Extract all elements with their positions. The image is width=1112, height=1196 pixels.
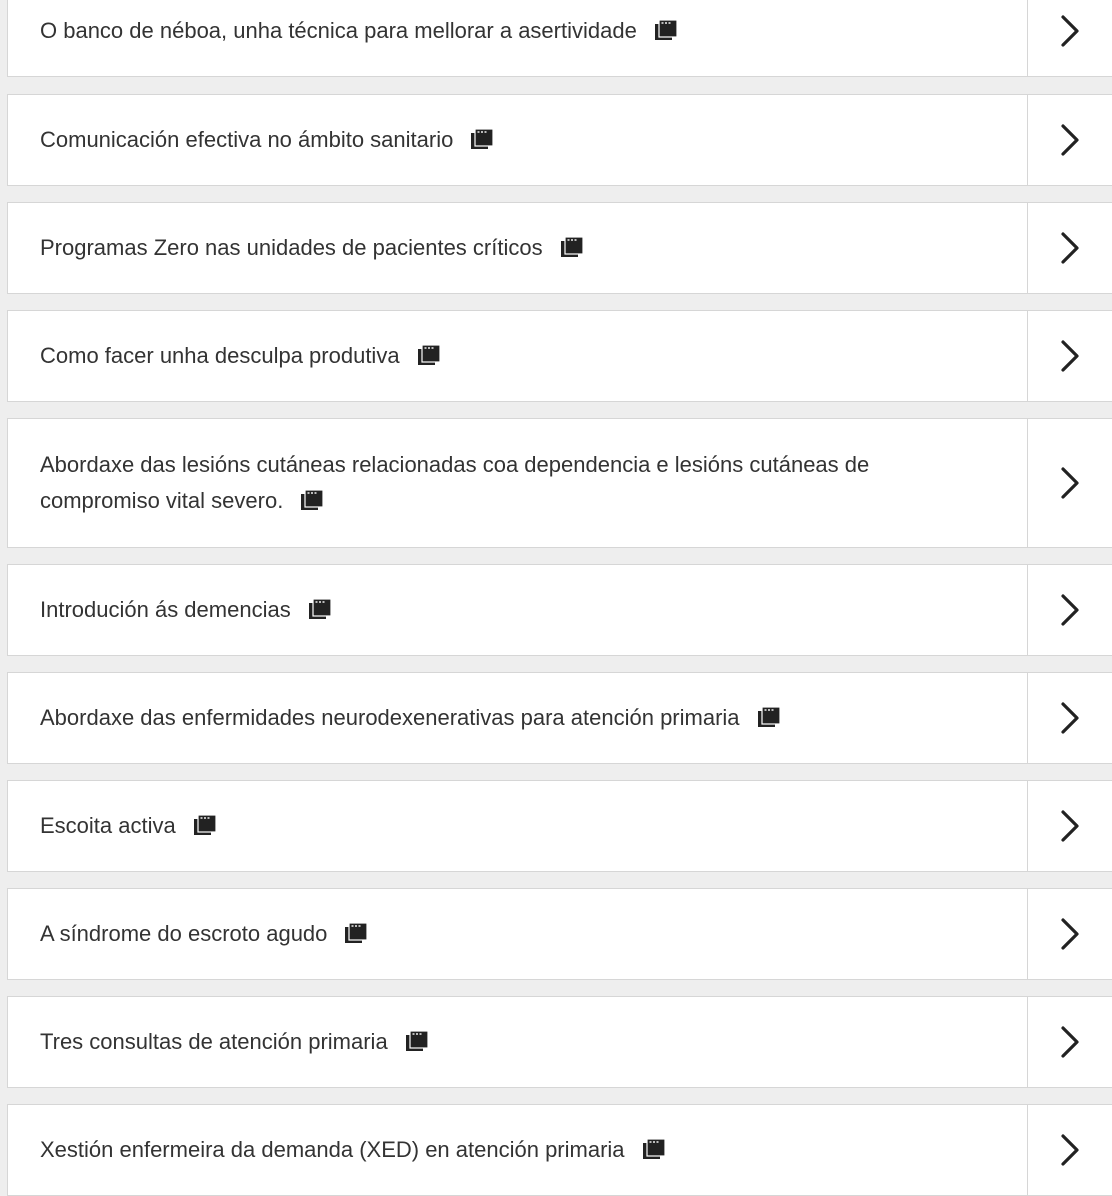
window-icon	[405, 1031, 428, 1051]
list-item[interactable]: Escoita activa	[7, 780, 1112, 872]
list-item-title-text: Escoita activa	[40, 813, 176, 838]
window-icon	[560, 237, 583, 257]
list-item-title: O banco de néboa, unha técnica para mell…	[40, 13, 677, 49]
chevron-right-icon	[1061, 594, 1079, 626]
chevron-right-icon	[1061, 918, 1079, 950]
window-icon	[642, 1139, 665, 1159]
list-item[interactable]: Tres consultas de atención primaria	[7, 996, 1112, 1088]
window-icon	[471, 129, 494, 149]
list-item-title: Programas Zero nas unidades de pacientes…	[40, 230, 583, 266]
list-item-title: A síndrome do escroto agudo	[40, 916, 368, 952]
list-item[interactable]: Introdución ás demencias	[7, 564, 1112, 656]
list-item-arrow[interactable]	[1028, 95, 1112, 185]
list-item-title-area[interactable]: Como facer unha desculpa produtiva	[8, 311, 1028, 401]
list-item[interactable]: Xestión enfermeira da demanda (XED) en a…	[7, 1104, 1112, 1196]
chevron-right-icon	[1061, 232, 1079, 264]
list-item-title-area[interactable]: Programas Zero nas unidades de pacientes…	[8, 203, 1028, 293]
list-item-title-text: Como facer unha desculpa produtiva	[40, 343, 400, 368]
list-item-arrow[interactable]	[1028, 1105, 1112, 1195]
list-item-title: Abordaxe das enfermidades neurodexenerat…	[40, 700, 780, 736]
list-item-title-area[interactable]: Escoita activa	[8, 781, 1028, 871]
list-item-title-text: Comunicación efectiva no ámbito sanitari…	[40, 127, 454, 152]
list-item-title-area[interactable]: O banco de néboa, unha técnica para mell…	[8, 0, 1028, 76]
list-item-arrow[interactable]	[1028, 565, 1112, 655]
chevron-right-icon	[1061, 810, 1079, 842]
window-icon	[308, 599, 331, 619]
list-item-title: Como facer unha desculpa produtiva	[40, 338, 440, 374]
window-icon	[417, 345, 440, 365]
list-item-title-text: Xestión enfermeira da demanda (XED) en a…	[40, 1137, 625, 1162]
window-icon	[193, 815, 216, 835]
list-item-arrow[interactable]	[1028, 0, 1112, 76]
list-item[interactable]: A síndrome do escroto agudo	[7, 888, 1112, 980]
list-item-title-text: Abordaxe das lesións cutáneas relacionad…	[40, 452, 870, 513]
window-icon	[345, 923, 368, 943]
list-item[interactable]: Abordaxe das lesións cutáneas relacionad…	[7, 418, 1112, 548]
list-item-title-area[interactable]: Abordaxe das lesións cutáneas relacionad…	[8, 419, 1028, 547]
window-icon	[757, 707, 780, 727]
list-item-title: Abordaxe das lesións cutáneas relacionad…	[40, 447, 897, 519]
list-item-title-area[interactable]: Xestión enfermeira da demanda (XED) en a…	[8, 1105, 1028, 1195]
list-item-title-area[interactable]: Introdución ás demencias	[8, 565, 1028, 655]
chevron-right-icon	[1061, 1134, 1079, 1166]
list-item-arrow[interactable]	[1028, 781, 1112, 871]
list-item-title-area[interactable]: A síndrome do escroto agudo	[8, 889, 1028, 979]
list-item-arrow[interactable]	[1028, 203, 1112, 293]
list-item[interactable]: Programas Zero nas unidades de pacientes…	[7, 202, 1112, 294]
list-item-title-area[interactable]: Abordaxe das enfermidades neurodexenerat…	[8, 673, 1028, 763]
window-icon	[654, 20, 677, 40]
list-item[interactable]: O banco de néboa, unha técnica para mell…	[7, 0, 1112, 77]
list-item-arrow[interactable]	[1028, 419, 1112, 547]
chevron-right-icon	[1061, 340, 1079, 372]
list-item-title-text: A síndrome do escroto agudo	[40, 921, 328, 946]
list-item-arrow[interactable]	[1028, 889, 1112, 979]
list-item-title: Escoita activa	[40, 808, 216, 844]
list-item-title-text: O banco de néboa, unha técnica para mell…	[40, 18, 637, 43]
chevron-right-icon	[1061, 1026, 1079, 1058]
chevron-right-icon	[1061, 467, 1079, 499]
list-item[interactable]: Como facer unha desculpa produtiva	[7, 310, 1112, 402]
list-item[interactable]: Abordaxe das enfermidades neurodexenerat…	[7, 672, 1112, 764]
list-item[interactable]: Comunicación efectiva no ámbito sanitari…	[7, 94, 1112, 186]
list-item-arrow[interactable]	[1028, 311, 1112, 401]
list-item-title-area[interactable]: Comunicación efectiva no ámbito sanitari…	[8, 95, 1028, 185]
list-item-title-text: Programas Zero nas unidades de pacientes…	[40, 235, 543, 260]
chevron-right-icon	[1061, 702, 1079, 734]
window-icon	[301, 490, 324, 510]
chevron-right-icon	[1061, 15, 1079, 47]
list-item-arrow[interactable]	[1028, 997, 1112, 1087]
list-item-title-area[interactable]: Tres consultas de atención primaria	[8, 997, 1028, 1087]
list-item-title: Introdución ás demencias	[40, 592, 331, 628]
list-item-title: Tres consultas de atención primaria	[40, 1024, 428, 1060]
chevron-right-icon	[1061, 124, 1079, 156]
list-item-title: Xestión enfermeira da demanda (XED) en a…	[40, 1132, 665, 1168]
list-item-title-text: Tres consultas de atención primaria	[40, 1029, 388, 1054]
list-item-title-text: Abordaxe das enfermidades neurodexenerat…	[40, 705, 740, 730]
list-item-title-text: Introdución ás demencias	[40, 597, 291, 622]
list-item-arrow[interactable]	[1028, 673, 1112, 763]
list-item-title: Comunicación efectiva no ámbito sanitari…	[40, 122, 494, 158]
